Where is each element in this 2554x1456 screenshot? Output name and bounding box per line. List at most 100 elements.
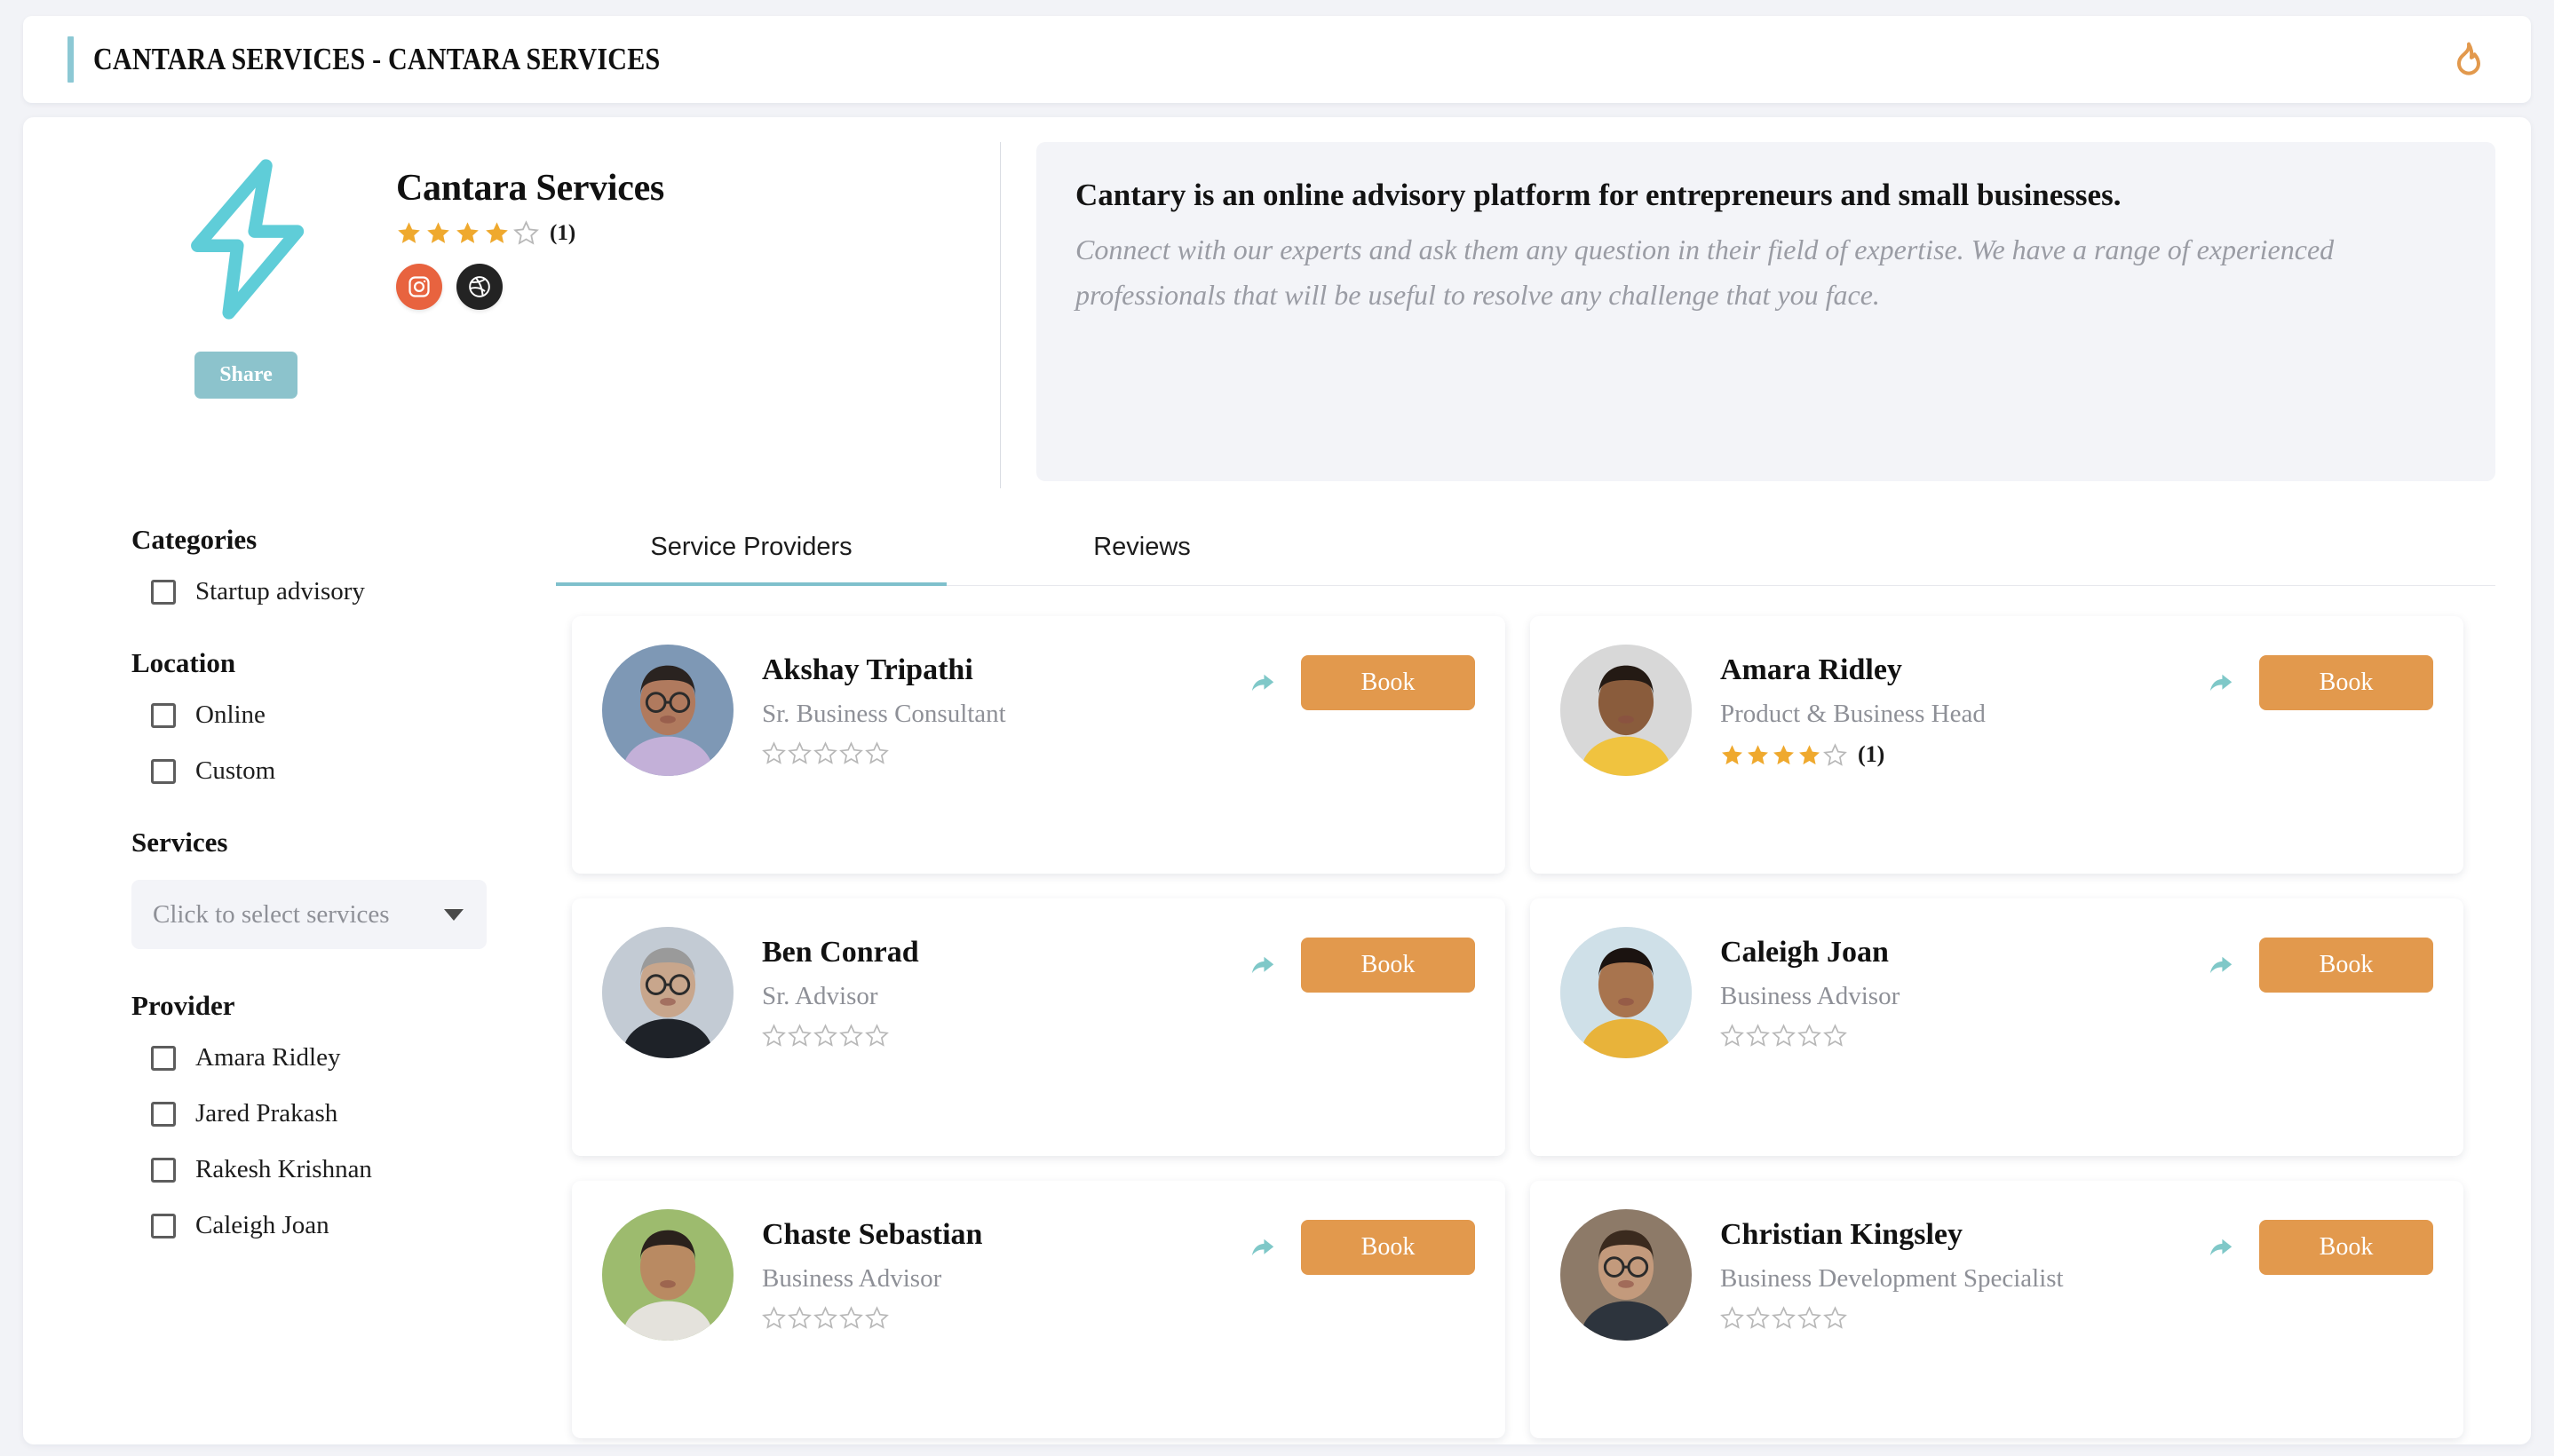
filter-provider-jared-prakash[interactable]: Jared Prakash [131,1099,556,1128]
filter-provider-amara-ridley[interactable]: Amara Ridley [131,1043,556,1072]
provider-card[interactable]: Amara Ridley Product & Business Head (1)… [1530,616,2463,874]
filter-heading-services: Services [131,827,228,858]
checkbox-icon[interactable] [151,1213,176,1238]
provider-actions: Book [2206,645,2433,710]
avatar-chaste [602,1209,734,1341]
business-description-panel: Cantary is an online advisory platform f… [1001,140,2495,508]
provider-card[interactable]: Christian Kingsley Business Development … [1530,1181,2463,1438]
checkbox-icon[interactable] [151,758,176,784]
filter-provider-rakesh-krishnan[interactable]: Rakesh Krishnan [131,1155,556,1184]
provider-rating [762,741,1248,765]
share-arrow-icon[interactable] [2206,1232,2236,1262]
filter-option-label: Online [195,700,266,729]
provider-info: Akshay Tripathi Sr. Business Consultant [734,645,1248,765]
chevron-down-icon[interactable] [444,908,464,921]
star-empty-icon [762,1306,786,1329]
star-filled-icon [398,222,420,243]
star-empty-icon [1772,1024,1796,1047]
filter-group-location: Location Online Custom [131,647,556,786]
page-title: CANTARA SERVICES - CANTARA SERVICES [93,42,661,76]
star-empty-icon [1797,1024,1821,1047]
star-empty-icon [762,741,786,764]
share-button[interactable]: Share [194,352,297,399]
dribbble-icon[interactable] [456,264,503,310]
checkbox-icon[interactable] [151,1157,176,1183]
provider-name: Chaste Sebastian [762,1218,983,1251]
flame-icon[interactable] [2449,40,2488,79]
star-empty-icon [839,1306,863,1329]
share-arrow-icon[interactable] [2206,668,2236,698]
star-empty-icon [788,1306,812,1329]
star-empty-icon [813,1024,837,1047]
filter-group-services: Services Click to select services [131,827,556,949]
provider-name: Amara Ridley [1720,653,1902,686]
star-filled-icon [1722,744,1742,764]
page-root: CANTARA SERVICES - CANTARA SERVICES Shar… [0,16,2554,1456]
filter-option-label: Jared Prakash [195,1099,338,1128]
star-empty-icon [865,1306,889,1329]
header-left-group: CANTARA SERVICES - CANTARA SERVICES [67,36,752,83]
tab-service-providers[interactable]: Service Providers [556,513,947,586]
business-name: Cantara Services [396,168,664,209]
avatar-akshay [602,645,734,776]
services-select[interactable]: Click to select services [131,880,487,949]
filter-option-startup-advisory[interactable]: Startup advisory [131,577,556,606]
share-arrow-icon[interactable] [1248,668,1278,698]
star-filled-icon [456,222,479,243]
checkbox-icon[interactable] [151,1101,176,1127]
header-accent-bar [67,36,74,83]
share-arrow-icon[interactable] [1248,1232,1278,1262]
provider-name: Akshay Tripathi [762,653,973,686]
star-empty-icon [1720,1306,1744,1329]
avatar-christian [1560,1209,1692,1341]
provider-actions: Book [1248,927,1475,993]
share-arrow-icon[interactable] [1248,950,1278,980]
provider-card[interactable]: Chaste Sebastian Business Advisor Book [572,1181,1505,1438]
provider-card[interactable]: Ben Conrad Sr. Advisor Book [572,898,1505,1156]
page-header: CANTARA SERVICES - CANTARA SERVICES [23,16,2531,103]
filter-option-online[interactable]: Online [131,700,556,730]
provider-card[interactable]: Caleigh Joan Business Advisor Book [1530,898,2463,1156]
star-empty-icon [513,220,539,245]
checkbox-icon[interactable] [151,702,176,728]
business-details: Cantara Services (1) [375,154,664,508]
star-filled-icon [1748,744,1768,764]
star-empty-icon [865,741,889,764]
provider-card[interactable]: Akshay Tripathi Sr. Business Consultant … [572,616,1505,874]
instagram-icon[interactable] [396,264,442,310]
filters-sidebar: Categories Startup advisory Location Onl… [59,508,556,1438]
checkbox-icon[interactable] [151,579,176,605]
provider-role: Business Advisor [1720,982,1900,1010]
body-row: Categories Startup advisory Location Onl… [23,508,2531,1438]
business-hero: Share Cantara Services (1) Cantary is an… [23,117,2531,508]
book-button[interactable]: Book [1301,938,1475,993]
main-panel: Share Cantara Services (1) Cantary is an… [23,117,2531,1444]
share-arrow-icon[interactable] [2206,950,2236,980]
providers-content: Service Providers Reviews Akshay Tripath… [556,508,2495,1438]
book-button[interactable]: Book [2259,1220,2433,1275]
star-empty-icon [762,1024,786,1047]
star-empty-icon [1823,1024,1847,1047]
book-button[interactable]: Book [2259,938,2433,993]
business-logo-column: Share [117,154,375,508]
provider-rating [762,1306,1248,1330]
provider-rating [1720,1306,2206,1330]
checkbox-icon[interactable] [151,1045,176,1071]
business-review-count: (1) [550,220,576,245]
book-button[interactable]: Book [2259,655,2433,710]
star-empty-icon [1720,1024,1744,1047]
filter-heading-provider: Provider [131,990,235,1021]
provider-role: Product & Business Head [1720,700,1986,728]
book-button[interactable]: Book [1301,655,1475,710]
provider-review-count: (1) [1858,741,1885,767]
star-empty-icon [1746,1024,1770,1047]
filter-option-custom[interactable]: Custom [131,756,556,786]
book-button[interactable]: Book [1301,1220,1475,1275]
provider-name: Ben Conrad [762,936,919,969]
provider-info: Caleigh Joan Business Advisor [1692,927,2206,1048]
avatar-amara [1560,645,1692,776]
provider-role: Business Development Specialist [1720,1264,2064,1293]
tab-reviews[interactable]: Reviews [947,513,1337,585]
star-empty-icon [839,1024,863,1047]
filter-provider-caleigh-joan[interactable]: Caleigh Joan [131,1211,556,1240]
